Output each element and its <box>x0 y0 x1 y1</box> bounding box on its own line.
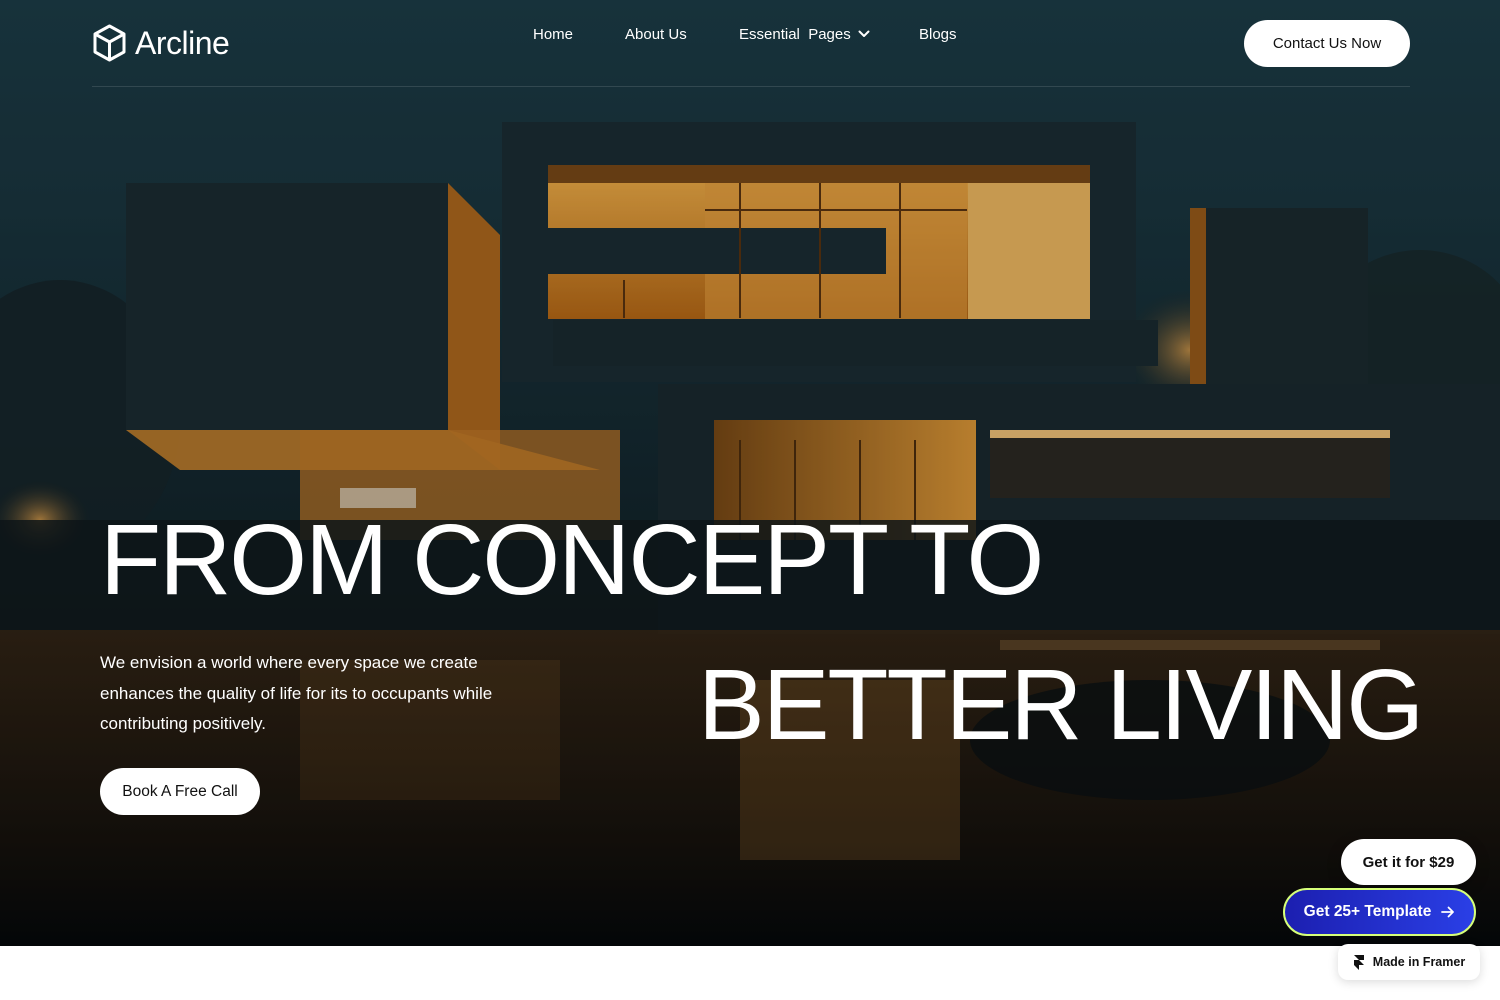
nav-link-home[interactable]: Home <box>533 26 573 43</box>
hero-tagline: We envision a world where every space we… <box>100 653 493 733</box>
nav-link-blogs[interactable]: Blogs <box>919 26 957 43</box>
get-templates-label: Get 25+ Template <box>1303 903 1432 920</box>
made-in-framer-badge[interactable]: Made in Framer <box>1338 944 1480 980</box>
book-free-call-button[interactable]: Book A Free Call <box>100 768 260 815</box>
nav-dropdown-label: Essential Pages <box>739 25 851 43</box>
nav-dropdown-essential-pages[interactable]: Essential Pages <box>739 26 870 43</box>
cube-icon <box>93 24 126 62</box>
brand-logo[interactable]: Arcline <box>92 24 230 62</box>
framer-icon <box>1353 955 1364 970</box>
arrow-right-icon <box>1441 906 1455 918</box>
nav-divider <box>92 86 1410 87</box>
get-templates-button[interactable]: Get 25+ Template <box>1283 888 1476 936</box>
hero-section: Arcline Home About Us Essential Pages Bl… <box>0 0 1500 946</box>
get-it-price-button[interactable]: Get it for $29 <box>1341 839 1476 885</box>
contact-us-button[interactable]: Contact Us Now <box>1244 20 1410 67</box>
hero-headline-line-1: FROM CONCEPT TO <box>100 504 1044 616</box>
brand-name: Arcline <box>135 24 230 61</box>
nav-link-about-us[interactable]: About Us <box>625 26 687 43</box>
made-in-framer-label: Made in Framer <box>1372 955 1466 969</box>
hero-headline-line-2: BETTER LIVING <box>698 649 1424 761</box>
chevron-down-icon <box>858 30 870 37</box>
